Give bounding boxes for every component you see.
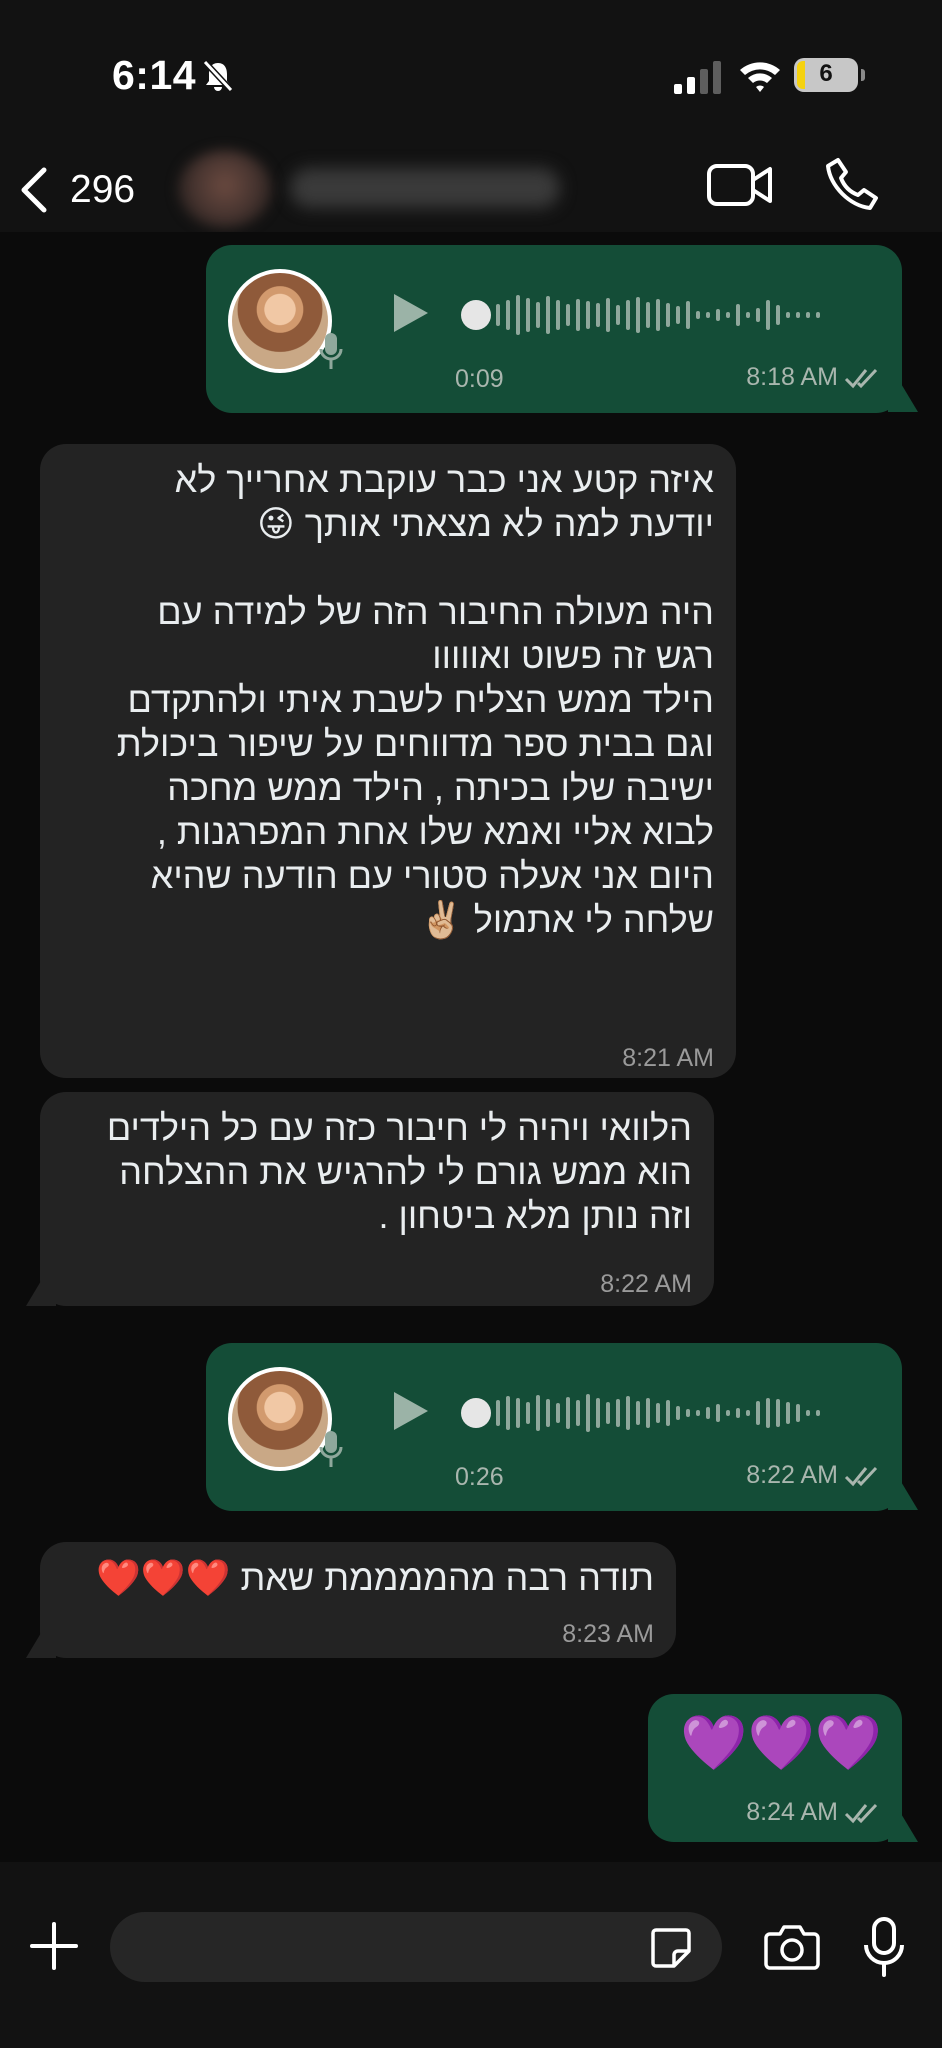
message-meta: 8:22 AM [746,1461,880,1490]
message-time: 8:22 AM [600,1270,692,1298]
message-bubble[interactable]: תודה רבה מהממממת שאת ❤️❤️❤️ 8:23 AM [40,1542,676,1658]
message-time: 8:21 AM [622,1044,714,1072]
playback-scrubber[interactable] [461,1398,491,1428]
message-bubble[interactable]: הלוואי ויהיה לי חיבור כזה עם כל הילדים ה… [40,1092,714,1306]
voice-duration: 0:09 [455,365,504,393]
phone-icon[interactable] [824,156,880,212]
microphone-icon [319,1431,343,1467]
cellular-signal-icon [674,61,721,94]
chat-messages[interactable]: 0:09 8:18 AM איזה קטע אני כבר עוקבת אחרי… [0,232,942,1862]
bubble-tail [888,382,918,412]
microphone-icon[interactable] [862,1917,906,1977]
camera-icon[interactable] [764,1924,820,1970]
double-check-icon [844,368,878,388]
voice-message[interactable]: 0:09 8:18 AM [206,245,902,413]
message-time: 8:23 AM [562,1620,654,1648]
double-check-icon [844,1466,878,1486]
message-text: איזה קטע אני כבר עוקבת אחרייך לא יודעת ל… [116,459,714,940]
message-meta: 8:24 AM [746,1798,880,1827]
chevron-left-icon [21,167,47,213]
play-icon[interactable] [388,1388,432,1434]
contact-name[interactable] [290,168,560,208]
double-check-icon [844,1803,878,1823]
message-meta: 8:22 AM [600,1270,692,1299]
message-input[interactable] [110,1912,722,1982]
message-time: 8:18 AM [746,363,838,391]
microphone-icon [319,333,343,369]
message-text: תודה רבה מהממממת שאת ❤️❤️❤️ [95,1557,654,1598]
battery-indicator: 6 [794,58,865,92]
unread-count: 296 [70,168,136,211]
message-time: 8:24 AM [746,1798,838,1826]
status-bar: 6:14 6 [0,0,942,150]
bubble-tail [888,1812,918,1842]
voice-sender-avatar [228,269,332,373]
composer-bar [0,1862,942,2048]
video-camera-icon[interactable] [706,158,774,212]
battery-level: 6 [819,60,833,87]
contact-avatar[interactable] [178,150,272,228]
message-bubble[interactable]: 💜💜💜 8:24 AM [648,1694,902,1842]
back-button[interactable]: 296 [18,160,148,220]
status-time: 6:14 [112,52,197,98]
wifi-icon [740,62,780,92]
playback-scrubber[interactable] [461,300,491,330]
message-text: 💜💜💜 [680,1713,882,1773]
plus-icon[interactable] [28,1920,80,1972]
chat-header: 296 [0,150,942,232]
bell-muted-icon [202,59,234,93]
message-meta: 8:21 AM [622,1044,714,1073]
message-bubble[interactable]: איזה קטע אני כבר עוקבת אחרייך לא יודעת ל… [40,444,736,1078]
voice-duration: 0:26 [455,1463,504,1491]
message-time: 8:22 AM [746,1461,838,1489]
bubble-tail [888,1480,918,1510]
message-meta: 8:23 AM [562,1620,654,1649]
play-icon[interactable] [388,290,432,336]
audio-waveform[interactable] [496,1388,820,1438]
sticker-icon[interactable] [650,1927,692,1969]
audio-waveform[interactable] [496,290,820,340]
message-text: הלוואי ויהיה לי חיבור כזה עם כל הילדים ה… [106,1107,692,1236]
voice-sender-avatar [228,1367,332,1471]
message-meta: 8:18 AM [746,363,880,392]
voice-message[interactable]: 0:26 8:22 AM [206,1343,902,1511]
